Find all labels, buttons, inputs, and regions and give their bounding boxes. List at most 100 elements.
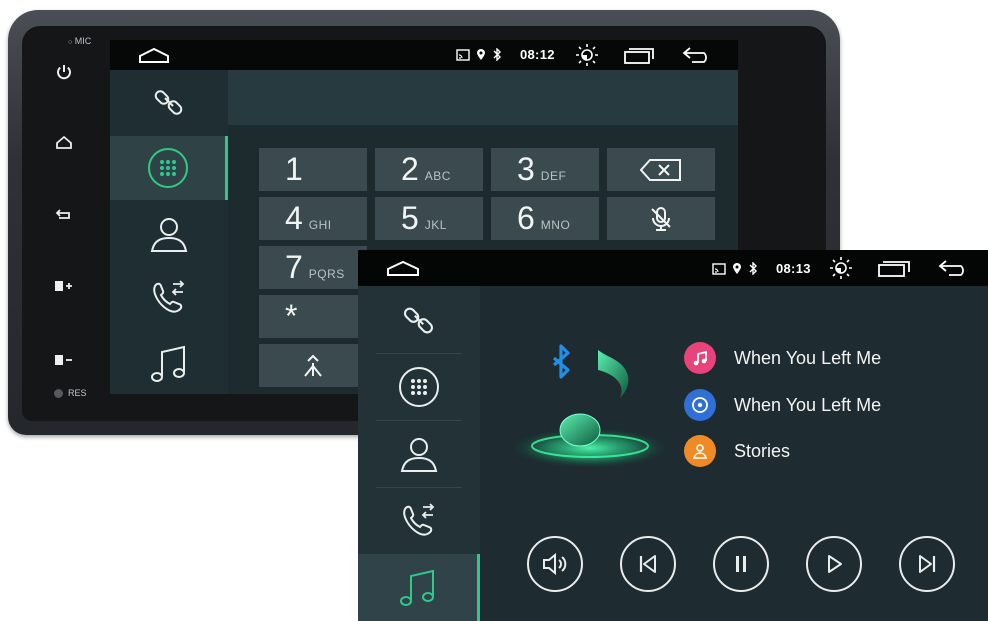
home-icon: [56, 135, 72, 149]
dialpad-icon: [147, 148, 188, 188]
artist-icon: [684, 435, 716, 467]
key-3[interactable]: 3 DEF: [491, 148, 599, 191]
bluetooth-icon: [749, 262, 757, 275]
artist-name: Stories: [734, 440, 791, 461]
music-app-icon: [684, 342, 716, 374]
call-log-icon: [153, 280, 185, 313]
track-title: When You Left Me: [734, 347, 882, 368]
cast-icon: [712, 262, 726, 275]
volume-down-icon: [55, 355, 72, 365]
merge-icon: [304, 354, 322, 377]
number-display[interactable]: [228, 70, 738, 125]
link-icon: [403, 307, 434, 333]
status-icons: 08:12: [456, 47, 555, 62]
key-star[interactable]: *: [259, 295, 367, 338]
contact-icon: [150, 218, 188, 252]
music-note-icon: [399, 569, 434, 606]
key-5[interactable]: 5 JKL: [375, 197, 483, 240]
bluetooth-music-icon: [512, 344, 668, 468]
back-arrow-icon: [682, 47, 707, 63]
back-icon: [55, 209, 70, 219]
skip-previous-icon: [639, 555, 656, 573]
backspace-key[interactable]: [607, 148, 715, 191]
previous-track-button[interactable]: [620, 536, 676, 592]
bluetooth-icon: [493, 48, 501, 61]
status-icons: 08:13: [712, 261, 811, 276]
sidebar-item-dialpad[interactable]: [358, 353, 480, 420]
recent-apps-button[interactable]: [878, 261, 910, 282]
sidebar-item-link[interactable]: [110, 70, 228, 134]
sidebar-item-call-log[interactable]: [358, 487, 480, 554]
track-item[interactable]: When You Left Me: [684, 389, 881, 421]
pause-icon: [736, 556, 746, 572]
sidebar-item-contacts[interactable]: [358, 420, 480, 487]
volume-down-button[interactable]: [54, 350, 74, 370]
home-hw-button[interactable]: [54, 132, 74, 152]
link-icon: [154, 90, 183, 115]
home-nav-button[interactable]: [138, 46, 170, 69]
power-icon: [57, 65, 71, 80]
clock: 08:12: [520, 47, 555, 62]
volume-button[interactable]: [527, 536, 583, 592]
key-7[interactable]: 7 PQRS: [259, 246, 367, 289]
recent-apps-icon: [878, 261, 910, 277]
back-arrow-icon: [938, 260, 964, 276]
mute-mic-key[interactable]: [607, 197, 715, 240]
next-track-button[interactable]: [899, 536, 955, 592]
bluetooth-music-artwork: [508, 336, 668, 476]
phone-sidebar: [110, 70, 228, 394]
sidebar-item-dialpad[interactable]: [110, 136, 228, 200]
cast-icon: [456, 48, 470, 61]
key-1[interactable]: 1: [259, 148, 367, 191]
track-item[interactable]: Stories: [684, 435, 790, 467]
res-label: RES: [54, 388, 87, 399]
back-nav-button[interactable]: [938, 259, 970, 282]
key-4[interactable]: 4 GHI: [259, 197, 367, 240]
volume-up-button[interactable]: [54, 276, 74, 296]
contact-icon: [400, 437, 438, 472]
album-title: When You Left Me: [734, 394, 882, 415]
brightness-icon: [576, 44, 598, 66]
brightness-button[interactable]: [828, 256, 854, 285]
home-nav-button[interactable]: [386, 259, 420, 282]
status-bar: 08:12: [110, 40, 738, 70]
merge-call-key[interactable]: [259, 344, 367, 387]
power-button[interactable]: [54, 62, 74, 82]
recent-apps-icon: [624, 48, 654, 64]
backspace-icon: [640, 158, 681, 181]
sidebar-item-music[interactable]: [358, 554, 480, 621]
brightness-icon: [830, 257, 852, 279]
mic-label: ○ MIC: [68, 36, 92, 46]
key-2[interactable]: 2 ABC: [375, 148, 483, 191]
sidebar-item-music[interactable]: [110, 332, 228, 394]
speaker-icon: [543, 552, 567, 576]
pause-button[interactable]: [713, 536, 769, 592]
back-nav-button[interactable]: [682, 46, 712, 69]
mic-mute-icon: [651, 206, 671, 231]
track-item[interactable]: When You Left Me: [684, 342, 881, 374]
back-hw-button[interactable]: [54, 204, 74, 224]
sidebar-item-link[interactable]: [358, 286, 480, 353]
music-screen: 08:13 When You Left Me When You Left Me …: [358, 250, 988, 621]
clock: 08:13: [776, 261, 811, 276]
status-bar: 08:13: [358, 250, 988, 286]
sidebar-item-call-log[interactable]: [110, 266, 228, 330]
home-outline-icon: [139, 47, 169, 63]
key-6[interactable]: 6 MNO: [491, 197, 599, 240]
home-outline-icon: [387, 260, 419, 276]
recent-apps-button[interactable]: [624, 48, 654, 69]
play-icon: [828, 555, 842, 573]
call-log-icon: [403, 502, 435, 536]
music-sidebar: [358, 286, 480, 621]
location-icon: [733, 263, 741, 274]
play-button[interactable]: [806, 536, 862, 592]
album-disc-icon: [684, 389, 716, 421]
dialpad-icon: [399, 366, 439, 407]
music-note-icon: [151, 345, 185, 382]
location-icon: [477, 49, 485, 60]
hardware-buttons: ○ MIC RES: [18, 26, 103, 406]
brightness-button[interactable]: [574, 43, 600, 72]
skip-next-icon: [919, 555, 936, 573]
sidebar-item-contacts[interactable]: [110, 202, 228, 266]
volume-up-icon: [55, 281, 72, 291]
